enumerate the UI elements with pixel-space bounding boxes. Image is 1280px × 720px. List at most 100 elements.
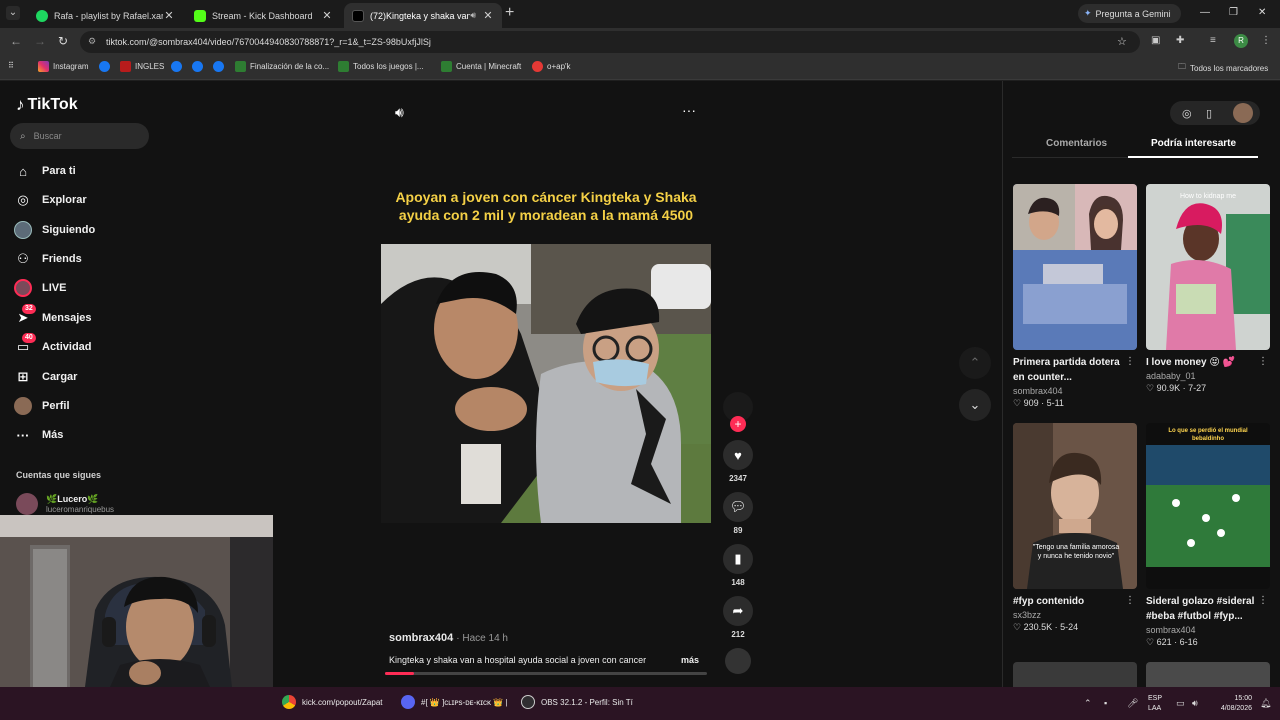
more-options-icon[interactable]: ··· — [682, 102, 696, 118]
recommended-video-card[interactable]: How to kidnap me I love money 😝 💕 ⋮ adab… — [1146, 184, 1270, 394]
menu-dots-icon[interactable]: ⋮ — [1261, 35, 1271, 46]
close-icon[interactable]: ✕ — [482, 9, 494, 22]
save-button[interactable]: ▮ 148 — [723, 544, 753, 587]
card-title: Primera partida dotera en counter... — [1013, 357, 1120, 383]
bookmark-finalizacion[interactable]: Finalización de la co... — [235, 61, 329, 72]
taskbar-item-discord[interactable]: #[ 👑 ]ᴄʟɪᴘs-ᴅᴇ-ᴋɪᴄᴋ 👑 | — [401, 695, 508, 709]
recommended-video-card[interactable]: Primera partida dotera en counter... ⋮ s… — [1013, 184, 1137, 409]
search-input[interactable]: ⌕ Buscar — [10, 123, 149, 149]
bookmark-minecraft[interactable]: Cuenta | Minecraft — [441, 61, 521, 72]
nav-mas[interactable]: ··· Más — [14, 423, 64, 447]
volume-icon[interactable]: 🔊︎ — [395, 104, 404, 121]
video-thumbnail-partial[interactable] — [1013, 662, 1137, 687]
browser-tab-spotify[interactable]: Rafa - playlist by Rafael.xared | ✕ — [28, 3, 183, 28]
video-player[interactable] — [381, 244, 711, 523]
share-count: 212 — [731, 630, 745, 639]
microphone-icon[interactable]: 🎤︎ — [1127, 698, 1138, 709]
author-name[interactable]: sombrax404 — [389, 632, 453, 644]
following-account[interactable]: 🌿Lucero🌿 luceromanriquebus — [16, 493, 114, 515]
taskbar-item-obs[interactable]: OBS 32.1.2 - Perfil: Sin Tí — [521, 695, 633, 709]
browser-tab-kick[interactable]: Stream - Kick Dashboard ✕ — [186, 3, 341, 28]
nav-actividad[interactable]: ▭ 40 Actividad — [14, 333, 92, 359]
bookmark-juegos[interactable]: Todos los juegos |... — [338, 61, 424, 72]
bookmark-facebook-3[interactable] — [192, 61, 207, 72]
tiktok-logo[interactable]: ♪ TikTok — [16, 95, 78, 115]
nav-explorar[interactable]: ◎ Explorar — [14, 188, 86, 212]
close-icon[interactable]: ✕ — [321, 9, 333, 22]
reload-icon[interactable]: ↻ — [58, 34, 68, 48]
profile-avatar[interactable]: R — [1234, 34, 1248, 48]
user-avatar[interactable] — [1233, 103, 1253, 123]
more-options-icon[interactable]: ⋮ — [1258, 595, 1268, 606]
tab-comentarios[interactable]: Comentarios — [1046, 138, 1107, 149]
search-icon: ⌕ — [20, 130, 26, 142]
bookmark-facebook[interactable] — [99, 61, 114, 72]
previous-video-button[interactable]: ⌃ — [959, 347, 991, 379]
tray-chevron-icon[interactable]: ⌃ — [1084, 698, 1092, 709]
follow-plus-icon[interactable]: + — [730, 416, 746, 432]
clock-date: 4/08/2026 — [1220, 705, 1252, 712]
bookmark-star-icon[interactable]: ☆ — [1117, 35, 1127, 48]
like-button[interactable]: ♥ 2347 — [723, 440, 753, 483]
share-button[interactable]: ➦ 212 — [723, 596, 753, 639]
next-video-button[interactable]: ⌄ — [959, 389, 991, 421]
bookmark-oapk[interactable]: o+ap'k — [532, 61, 571, 72]
author-avatar-follow[interactable]: + — [723, 392, 753, 432]
account-handle: luceromanriquebus — [46, 505, 115, 514]
language-indicator[interactable]: ESP LAA — [1148, 694, 1162, 714]
nav-cargar[interactable]: ⊞ Cargar — [14, 365, 78, 389]
speaker-icon[interactable]: 🔊︎ — [470, 10, 476, 21]
nav-friends[interactable]: ⚇ Friends — [14, 247, 82, 271]
tab-title: Rafa - playlist by Rafael.xared | — [54, 10, 163, 21]
media-icon[interactable]: ≡ — [1210, 35, 1216, 46]
more-options-icon[interactable]: ⋮ — [1125, 595, 1135, 606]
tab-search-button[interactable]: ⌄ — [6, 6, 20, 20]
tab-podria-interesarte[interactable]: Podría interesarte — [1151, 138, 1236, 149]
app-icon — [532, 61, 543, 72]
cast-icon[interactable]: ▣ — [1151, 35, 1160, 46]
music-disc[interactable] — [723, 648, 753, 674]
apps-icon[interactable]: ⠿ — [8, 61, 14, 70]
nav-mensajes[interactable]: ➤ 32 Mensajes — [14, 304, 92, 330]
device-icon[interactable]: ▯ — [1206, 107, 1212, 120]
volume-icon[interactable]: 🔊︎ — [1192, 698, 1198, 709]
new-tab-button[interactable]: + — [505, 5, 519, 21]
tray-app-icon[interactable]: ▪ — [1104, 698, 1107, 708]
minimize-button[interactable]: — — [1200, 7, 1210, 18]
nav-siguiendo[interactable]: Siguiendo — [14, 218, 95, 242]
bookmark-ingles[interactable]: INGLES — [120, 61, 164, 72]
video-thumbnail-partial[interactable] — [1146, 662, 1270, 687]
card-stats: ♡ 90.9K · 7-27 — [1146, 383, 1207, 393]
browser-tab-tiktok[interactable]: (72)Kingteka y shaka van a 🔊︎ ✕ — [344, 3, 502, 28]
window-close-button[interactable]: ✕ — [1258, 7, 1266, 18]
maximize-button[interactable]: ❐ — [1229, 7, 1238, 18]
more-options-icon[interactable]: ⋮ — [1125, 356, 1135, 367]
address-bar[interactable]: tiktok.com/@sombrax404/video/76700449408… — [80, 31, 1140, 53]
bookmark-facebook-2[interactable] — [171, 61, 186, 72]
bookmark-instagram[interactable]: Instagram — [38, 61, 89, 72]
notifications-icon[interactable]: 🔔︎ — [1260, 698, 1271, 709]
all-bookmarks[interactable]: 🗀 Todos los marcadores — [1178, 61, 1268, 75]
video-thumbnail: "Tengo una familia amorosa y nunca he te… — [1013, 423, 1137, 589]
forward-icon[interactable]: → — [34, 34, 46, 48]
nav-para-ti[interactable]: ⌂ Para ti — [14, 159, 76, 183]
close-icon[interactable]: ✕ — [163, 9, 175, 22]
back-icon[interactable]: ← — [10, 34, 22, 48]
nav-perfil[interactable]: Perfil — [14, 394, 70, 418]
nav-live[interactable]: LIVE — [14, 276, 66, 300]
system-clock[interactable]: 15:00 4/08/2026 — [1212, 694, 1252, 714]
network-icon[interactable]: ▭ — [1176, 698, 1185, 709]
recommended-video-card[interactable]: Lo que se perdió el mundial bebaldinho S… — [1146, 423, 1270, 648]
taskbar-item-chrome[interactable]: kick.com/popout/Zapat — [282, 695, 382, 709]
more-options-icon[interactable]: ⋮ — [1258, 356, 1268, 367]
video-progress-bar[interactable] — [385, 672, 707, 675]
more-link[interactable]: más — [681, 655, 699, 665]
ask-gemini-button[interactable]: ✦ Pregunta a Gemini — [1078, 4, 1181, 23]
extensions-icon[interactable]: ✚ — [1176, 35, 1184, 46]
recommended-video-card[interactable]: "Tengo una familia amorosa y nunca he te… — [1013, 423, 1137, 633]
video-caption-overlay: Apoyan a joven con cáncer Kingteka y Sha… — [395, 189, 697, 223]
site-info-icon[interactable]: ⚙ — [88, 36, 96, 47]
bookmark-facebook-4[interactable] — [213, 61, 228, 72]
coin-icon[interactable]: ◎ — [1182, 107, 1192, 120]
comment-button[interactable]: 💬︎ 89 — [723, 492, 753, 535]
